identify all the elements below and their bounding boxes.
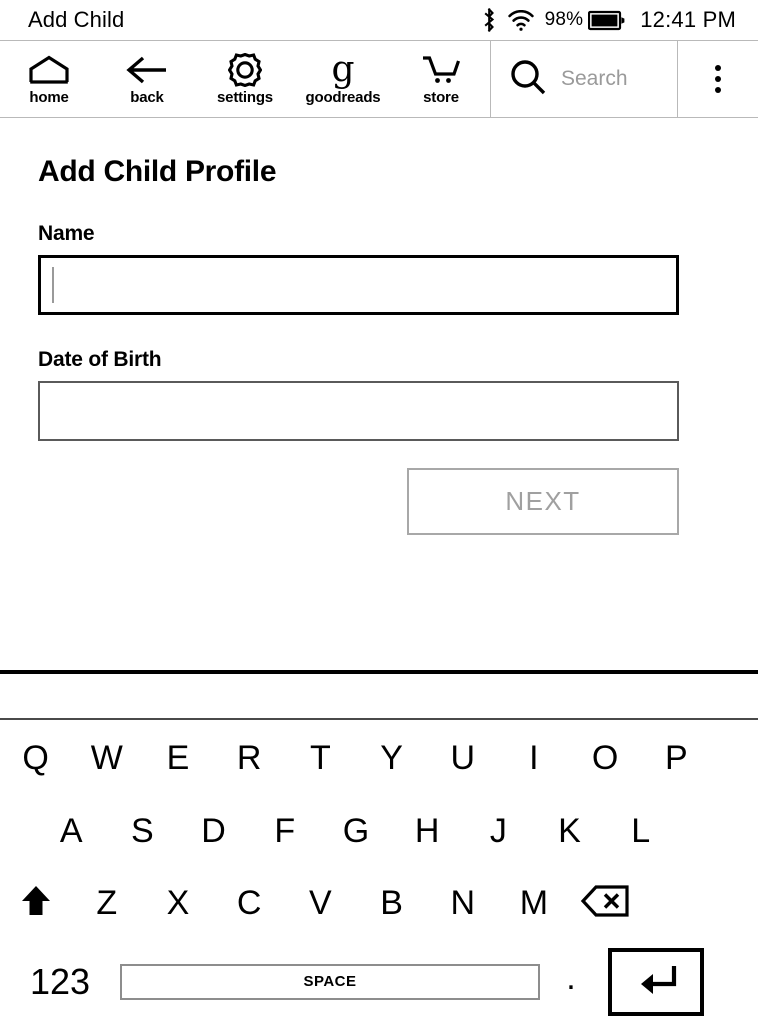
toolbar-item-goodreads[interactable]: g goodreads bbox=[294, 41, 392, 117]
key-r[interactable]: R bbox=[214, 722, 285, 795]
search-icon bbox=[509, 58, 547, 101]
toolbar-item-store[interactable]: store bbox=[392, 41, 490, 117]
key-a[interactable]: A bbox=[36, 795, 107, 867]
keyboard-row-4: 123 SPACE . bbox=[0, 939, 758, 1024]
goodreads-g-glyph: g bbox=[331, 49, 355, 90]
status-bar-title: Add Child bbox=[28, 7, 125, 32]
search-input[interactable]: Search bbox=[490, 41, 678, 117]
toolbar-item-settings[interactable]: settings bbox=[196, 41, 294, 117]
key-b[interactable]: B bbox=[356, 867, 427, 939]
toolbar-item-settings-label: settings bbox=[217, 89, 273, 106]
toolbar-item-store-label: store bbox=[423, 89, 459, 106]
key-c[interactable]: C bbox=[214, 867, 285, 939]
key-z[interactable]: Z bbox=[71, 867, 142, 939]
key-n[interactable]: N bbox=[427, 867, 498, 939]
key-w[interactable]: W bbox=[71, 722, 142, 795]
keyboard-suggestion-bar bbox=[0, 674, 758, 720]
backspace-icon bbox=[580, 884, 630, 923]
battery-icon bbox=[588, 10, 626, 31]
key-f[interactable]: F bbox=[249, 795, 320, 867]
toolbar-item-goodreads-label: goodreads bbox=[305, 89, 381, 106]
search-placeholder-text: Search bbox=[561, 67, 628, 90]
key-k[interactable]: K bbox=[534, 795, 605, 867]
key-s[interactable]: S bbox=[107, 795, 178, 867]
page-title: Add Child Profile bbox=[38, 155, 277, 188]
key-numbers-toggle[interactable]: 123 bbox=[0, 939, 120, 1024]
key-space[interactable]: SPACE bbox=[120, 963, 540, 1000]
key-v[interactable]: V bbox=[285, 867, 356, 939]
key-shift[interactable] bbox=[0, 867, 71, 939]
goodreads-g-icon: g bbox=[331, 49, 355, 90]
keyboard-row-3: Z X C V B N M bbox=[0, 867, 758, 939]
toolbar-item-home[interactable]: home bbox=[0, 41, 98, 117]
keyboard-row-1: Q W E R T Y U I O P bbox=[0, 722, 758, 795]
overflow-menu-icon bbox=[715, 65, 721, 93]
toolbar-item-home-label: home bbox=[29, 89, 69, 106]
key-g[interactable]: G bbox=[320, 795, 391, 867]
toolbar-item-back[interactable]: back bbox=[98, 41, 196, 117]
name-input[interactable] bbox=[38, 255, 679, 315]
on-screen-keyboard: Q W E R T Y U I O P A S D F G H J K L Z … bbox=[0, 722, 758, 1024]
shift-up-arrow-icon bbox=[20, 884, 52, 923]
key-m[interactable]: M bbox=[498, 867, 569, 939]
status-bar-clock: 12:41 PM bbox=[640, 7, 736, 32]
key-h[interactable]: H bbox=[392, 795, 463, 867]
key-o[interactable]: O bbox=[570, 722, 641, 795]
enter-return-icon bbox=[633, 960, 679, 1003]
key-q[interactable]: Q bbox=[0, 722, 71, 795]
gear-icon bbox=[228, 53, 262, 87]
toolbar-items: home back settings g goodreads store bbox=[0, 41, 490, 117]
key-y[interactable]: Y bbox=[356, 722, 427, 795]
key-l[interactable]: L bbox=[605, 795, 676, 867]
wifi-icon bbox=[507, 9, 534, 31]
battery-indicator: 98% bbox=[545, 9, 627, 31]
key-x[interactable]: X bbox=[142, 867, 213, 939]
toolbar: home back settings g goodreads store Sea… bbox=[0, 40, 758, 118]
key-i[interactable]: I bbox=[498, 722, 569, 795]
keyboard-row-2: A S D F G H J K L bbox=[0, 795, 758, 867]
key-d[interactable]: D bbox=[178, 795, 249, 867]
key-enter[interactable] bbox=[608, 947, 704, 1016]
date-of-birth-field-label: Date of Birth bbox=[38, 348, 162, 371]
key-u[interactable]: U bbox=[427, 722, 498, 795]
home-icon bbox=[28, 53, 70, 87]
key-period[interactable]: . bbox=[540, 939, 602, 1024]
key-t[interactable]: T bbox=[285, 722, 356, 795]
key-j[interactable]: J bbox=[463, 795, 534, 867]
key-backspace[interactable] bbox=[570, 867, 641, 939]
shopping-cart-icon bbox=[421, 53, 461, 87]
key-e[interactable]: E bbox=[142, 722, 213, 795]
bluetooth-icon bbox=[481, 8, 497, 32]
overflow-menu-button[interactable] bbox=[678, 41, 758, 117]
status-bar-indicators: 98% 12:41 PM bbox=[481, 7, 736, 33]
main-content: Add Child Profile Name Date of Birth NEX… bbox=[0, 119, 758, 672]
name-field-label: Name bbox=[38, 222, 95, 245]
back-arrow-icon bbox=[125, 53, 169, 87]
text-caret bbox=[52, 267, 54, 303]
status-bar: Add Child 98% 12:41 PM bbox=[0, 0, 758, 40]
next-button[interactable]: NEXT bbox=[407, 468, 679, 535]
key-p[interactable]: P bbox=[641, 722, 712, 795]
date-of-birth-input[interactable] bbox=[38, 381, 679, 441]
toolbar-item-back-label: back bbox=[130, 89, 164, 106]
battery-percent-label: 98% bbox=[544, 9, 584, 30]
